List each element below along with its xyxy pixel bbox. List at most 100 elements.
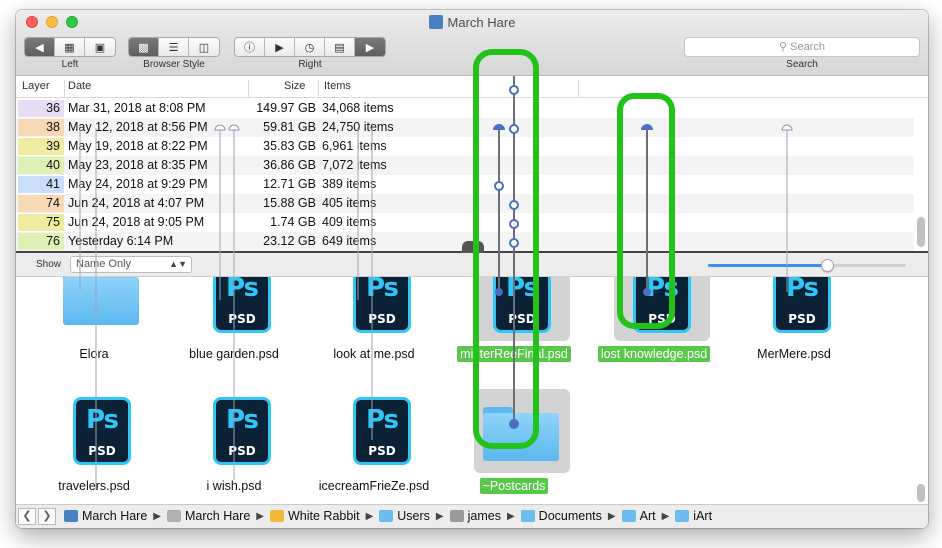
layer-row[interactable]: 39 May 19, 2018 at 8:22 PM 35.83 GB 6,961 i… [16, 137, 914, 156]
breadcrumb-separator-icon: ▶ [607, 510, 616, 522]
forward-button[interactable]: ❯ [38, 508, 56, 525]
drive-icon [167, 510, 181, 522]
play-icon[interactable]: ▶ [265, 38, 295, 56]
breadcrumb-item[interactable]: Documents ▶ [520, 509, 622, 523]
breadcrumb-label: Users [397, 509, 430, 523]
breadcrumb-item[interactable]: March Hare ▶ [64, 509, 167, 523]
ps-text: Ps [85, 405, 119, 435]
browser-style-label: Browser Style [143, 59, 205, 70]
right-label: Right [298, 59, 322, 70]
window-title: March Hare [16, 15, 928, 30]
layer-row[interactable]: 38 May 12, 2018 at 8:56 PM 59.81 GB 24,750 … [16, 118, 914, 137]
breadcrumb-item[interactable]: White Rabbit ▶ [270, 509, 379, 523]
show-bar: Show Name Only ▲▼ [16, 253, 928, 277]
icon-scroll-thumb[interactable] [917, 484, 925, 502]
psd-text: PSD [368, 312, 396, 326]
column-header-size[interactable]: Size [284, 80, 305, 92]
icon-item[interactable]: Elora [29, 277, 159, 367]
icon-item[interactable]: Ps PSD blue garden.psd [169, 277, 299, 367]
show-select[interactable]: Name Only ▲▼ [70, 256, 192, 273]
icon-scrollbar[interactable] [916, 277, 926, 503]
list-scroll-thumb[interactable] [917, 217, 925, 247]
layer-row[interactable]: 36 Mar 31, 2018 at 8:08 PM 149.97 GB 34,068… [16, 99, 914, 118]
breadcrumb-label: Art [639, 509, 656, 523]
calendar-icon[interactable]: ▦ [55, 38, 85, 56]
layer-row[interactable]: 75 Jun 24, 2018 at 9:05 PM 1.74 GB 409 item… [16, 213, 914, 232]
icon-item[interactable]: Ps PSD misterReeFinal.psd [449, 277, 579, 367]
list-view-icon[interactable]: ☰ [159, 38, 189, 56]
breadcrumb-item[interactable]: james ▶ [449, 509, 521, 523]
breadcrumb-separator-icon: ▶ [661, 510, 670, 522]
icon-item[interactable]: ~Postcards [449, 389, 579, 499]
icon-item[interactable]: Ps PSD MerMere.psd [729, 277, 859, 367]
column-separator[interactable] [64, 80, 65, 98]
column-view-icon[interactable]: ◫ [189, 38, 219, 56]
breadcrumb-separator-icon: ▶ [365, 510, 374, 522]
list-scrollbar[interactable] [916, 99, 926, 251]
folder-icon [520, 510, 535, 522]
psd-text: PSD [88, 444, 116, 458]
left-label: Left [61, 59, 79, 70]
icon-label: lost knowledge.psd [579, 346, 729, 362]
icon-name: travelers.psd [58, 479, 130, 493]
icon-item[interactable]: Ps PSD i wish.psd [169, 389, 299, 499]
psd-text: PSD [228, 312, 256, 326]
breadcrumb-separator-icon: ▶ [435, 510, 444, 522]
column-header-items[interactable]: Items [324, 80, 351, 92]
psd-file-icon: Ps PSD [213, 277, 271, 333]
ps-text: Ps [225, 277, 259, 303]
icon-label: travelers.psd [19, 479, 169, 493]
column-separator[interactable] [578, 80, 579, 98]
breadcrumb-item[interactable]: Art ▶ [621, 509, 676, 523]
breadcrumb-label: White Rabbit [288, 509, 360, 523]
icon-name: MerMere.psd [757, 347, 831, 361]
search-field[interactable]: ⚲ Search [684, 37, 920, 57]
drive-icon[interactable]: ▣ [85, 38, 115, 56]
icon-size-slider[interactable] [708, 259, 906, 272]
breadcrumb-label: james [467, 509, 501, 523]
breadcrumb: March Hare ▶ March Hare ▶ White Rabbit ▶ Users… [64, 509, 712, 523]
icon-name: lost knowledge.psd [597, 346, 711, 362]
clock-icon[interactable]: ◷ [295, 38, 325, 56]
icon-label: blue garden.psd [159, 347, 309, 361]
column-separator[interactable] [248, 80, 249, 98]
document-icon[interactable]: ▤ [325, 38, 355, 56]
icon-name: misterReeFinal.psd [457, 346, 571, 362]
finder-window: March Hare ◀ ▦ ▣ Left ▩ ☰ ◫ Browser Styl… [16, 10, 928, 528]
left-panel-button[interactable]: ◀ [25, 38, 55, 56]
right-panel-button[interactable]: ▶ [355, 38, 385, 56]
psd-file-icon: Ps PSD [493, 277, 551, 333]
icon-item[interactable]: Ps PSD icecreamFrieZe.psd [309, 389, 439, 499]
icon-label: ~Postcards [439, 478, 589, 494]
right-toolbar-group: ⓘ ▶ ◷ ▤ ▶ [234, 37, 386, 57]
icon-item[interactable]: Ps PSD look at me.psd [309, 277, 439, 367]
split-handle[interactable] [462, 241, 484, 253]
column-separator[interactable] [318, 80, 319, 98]
folder-body [483, 413, 559, 461]
breadcrumb-item[interactable]: iArt [675, 509, 712, 523]
icon-item[interactable]: Ps PSD lost knowledge.psd [589, 277, 719, 367]
psd-file-icon: Ps PSD [73, 397, 131, 465]
folder-icon [63, 277, 139, 325]
show-label: Show [36, 259, 62, 270]
column-header-layer[interactable]: Layer [22, 80, 50, 92]
breadcrumb-item[interactable]: March Hare ▶ [167, 509, 270, 523]
column-header-date[interactable]: Date [68, 80, 91, 92]
icon-name: i wish.psd [206, 479, 262, 493]
layer-row[interactable]: 41 May 24, 2018 at 9:29 PM 12.71 GB 389 ite… [16, 175, 914, 194]
slider-knob[interactable] [820, 259, 834, 272]
left-toolbar-group: ◀ ▦ ▣ [24, 37, 116, 57]
layer-row[interactable]: 40 May 23, 2018 at 8:35 PM 36.86 GB 7,072 i… [16, 156, 914, 175]
layer-row[interactable]: 74 Jun 24, 2018 at 4:07 PM 15.88 GB 405 ite… [16, 194, 914, 213]
folder-icon [675, 510, 690, 522]
psd-file-icon: Ps PSD [353, 397, 411, 465]
info-icon[interactable]: ⓘ [235, 38, 265, 56]
icon-label: misterReeFinal.psd [439, 346, 589, 362]
back-button[interactable]: ❮ [18, 508, 36, 525]
icon-view-icon[interactable]: ▩ [129, 38, 159, 56]
icon-item[interactable]: Ps PSD travelers.psd [29, 389, 159, 499]
psd-text: PSD [228, 444, 256, 458]
psd-file-icon: Ps PSD [633, 277, 691, 333]
ps-text: Ps [785, 277, 819, 303]
breadcrumb-item[interactable]: Users ▶ [379, 509, 449, 523]
